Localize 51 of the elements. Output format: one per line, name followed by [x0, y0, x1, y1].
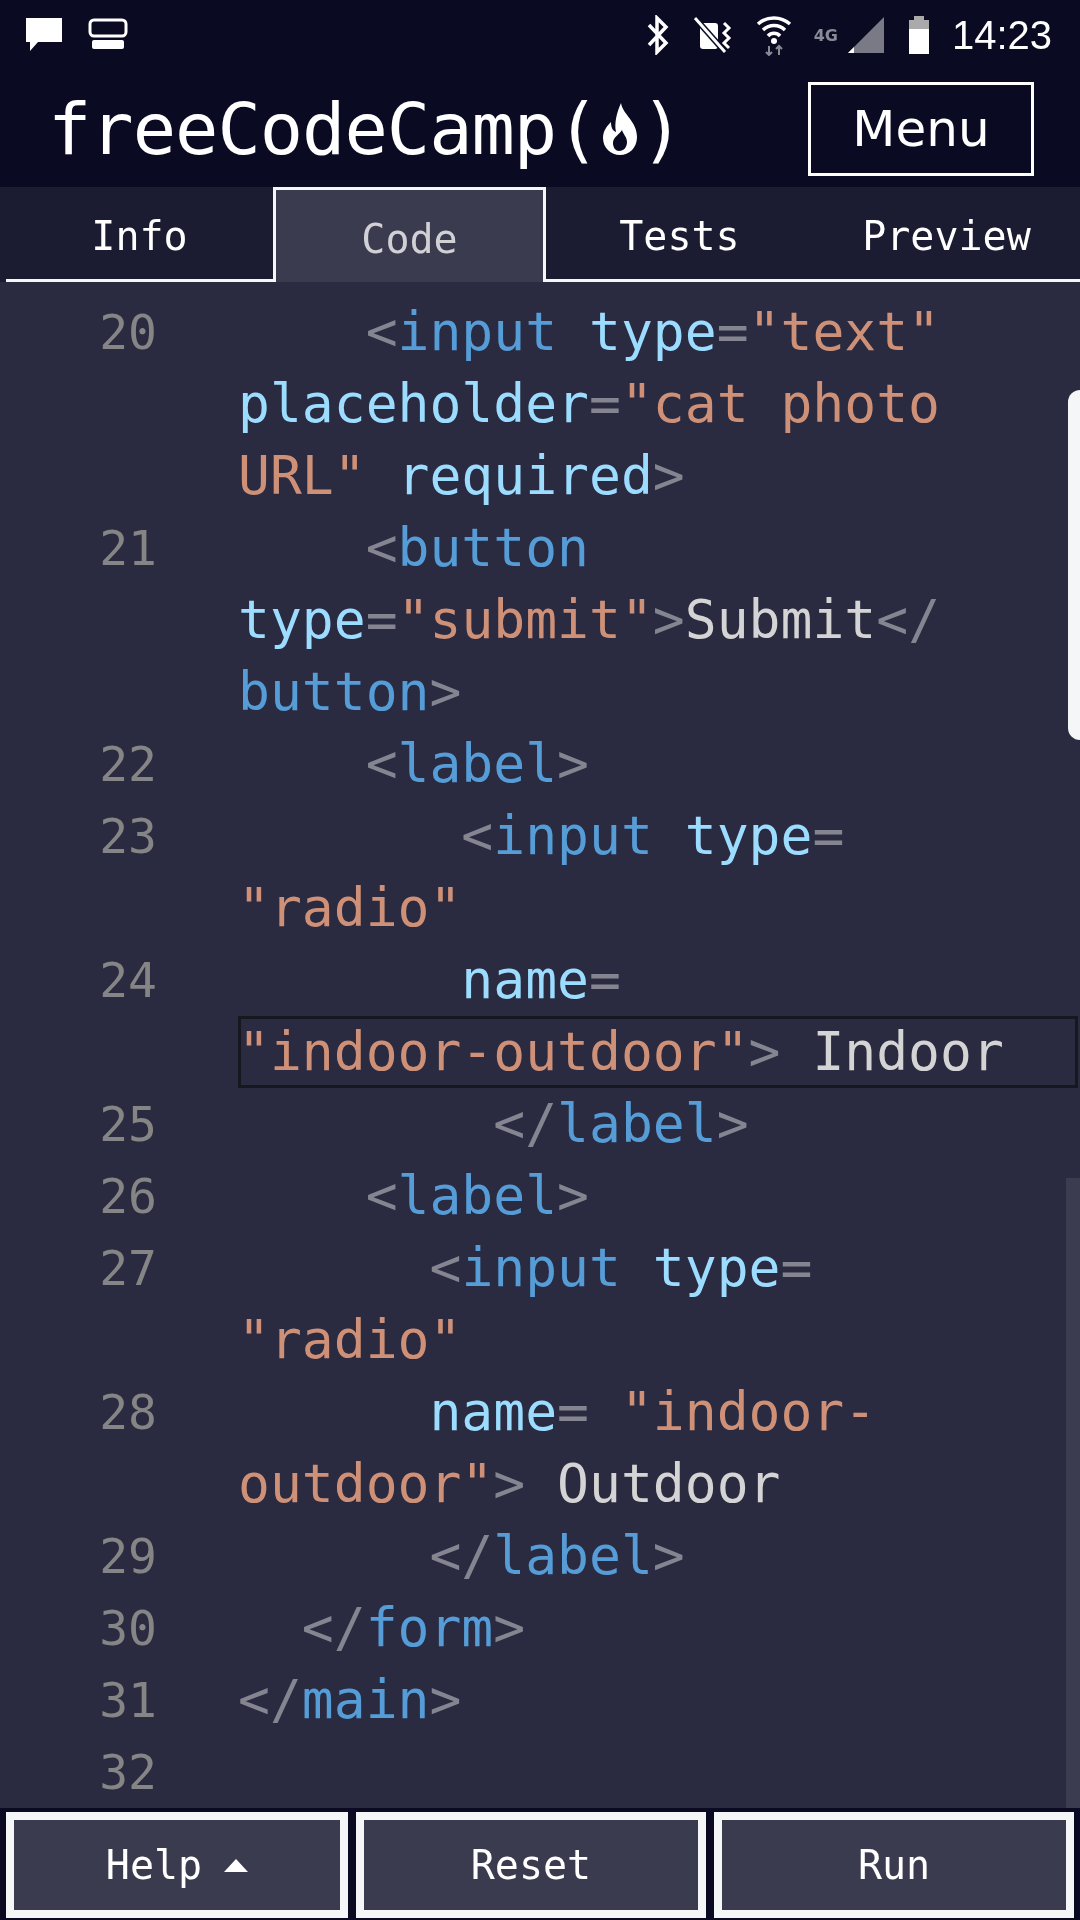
brand-paren: ) [640, 86, 683, 171]
menu-button[interactable]: Menu [808, 81, 1034, 176]
line-number: 23 [98, 807, 157, 866]
code-line: "radio" [238, 1308, 463, 1372]
code-line: type="submit">Submit</ [238, 588, 942, 652]
code-line: <input type="text" [364, 300, 941, 364]
code-line: <label> [364, 1164, 590, 1228]
code-line: "indoor-outdoor"> Indoor [238, 1016, 1078, 1088]
brand-paren: ( [556, 86, 599, 171]
app-icon [86, 18, 130, 52]
line-number: 26 [98, 1167, 157, 1226]
code-line: </main> [238, 1668, 463, 1732]
line-number: 22 [98, 735, 157, 794]
wifi-icon [755, 14, 792, 56]
code-line: outdoor"> Outdoor [238, 1452, 782, 1516]
scroll-handle[interactable] [1068, 390, 1080, 740]
scrollbar-thumb[interactable] [1066, 1178, 1080, 1808]
line-number: 30 [98, 1599, 157, 1658]
line-number: 21 [98, 519, 157, 578]
vibrate-off-icon [691, 15, 734, 55]
line-number: 29 [98, 1527, 157, 1586]
line-number: 31 [98, 1671, 157, 1730]
brand-name: freeCodeCamp [48, 86, 557, 171]
code-line: <input type= [428, 1236, 814, 1300]
code-line: <button [364, 516, 590, 580]
code-line: <label> [364, 732, 590, 796]
code-line: </form> [300, 1596, 527, 1660]
caret-icon [224, 1858, 249, 1872]
code-line: name= [460, 948, 622, 1012]
code-line: URL" required> [238, 444, 686, 508]
code-line: </label> [428, 1524, 686, 1588]
status-time: 14:23 [951, 12, 1052, 58]
line-number: 25 [98, 1095, 157, 1154]
code-line: </label> [492, 1092, 750, 1156]
tab[interactable]: Code [273, 187, 546, 282]
line-number: 32 [98, 1743, 157, 1802]
action-button[interactable]: Run [714, 1812, 1074, 1918]
code-line: "radio" [238, 876, 463, 940]
bluetooth-icon [645, 15, 670, 55]
code-line: button> [238, 660, 463, 724]
line-number: 28 [98, 1383, 157, 1442]
battery-icon [907, 15, 930, 55]
line-number: 20 [98, 303, 157, 362]
network-type: 4G [813, 25, 838, 45]
action-button[interactable]: Reset [356, 1812, 706, 1918]
action-button[interactable]: Help [6, 1812, 348, 1918]
line-number: 24 [98, 951, 157, 1010]
code-line: <input type= [460, 804, 846, 868]
code-line: placeholder="cat photo [238, 372, 941, 436]
code-line: name= "indoor- [428, 1380, 878, 1444]
line-number: 27 [98, 1239, 157, 1298]
